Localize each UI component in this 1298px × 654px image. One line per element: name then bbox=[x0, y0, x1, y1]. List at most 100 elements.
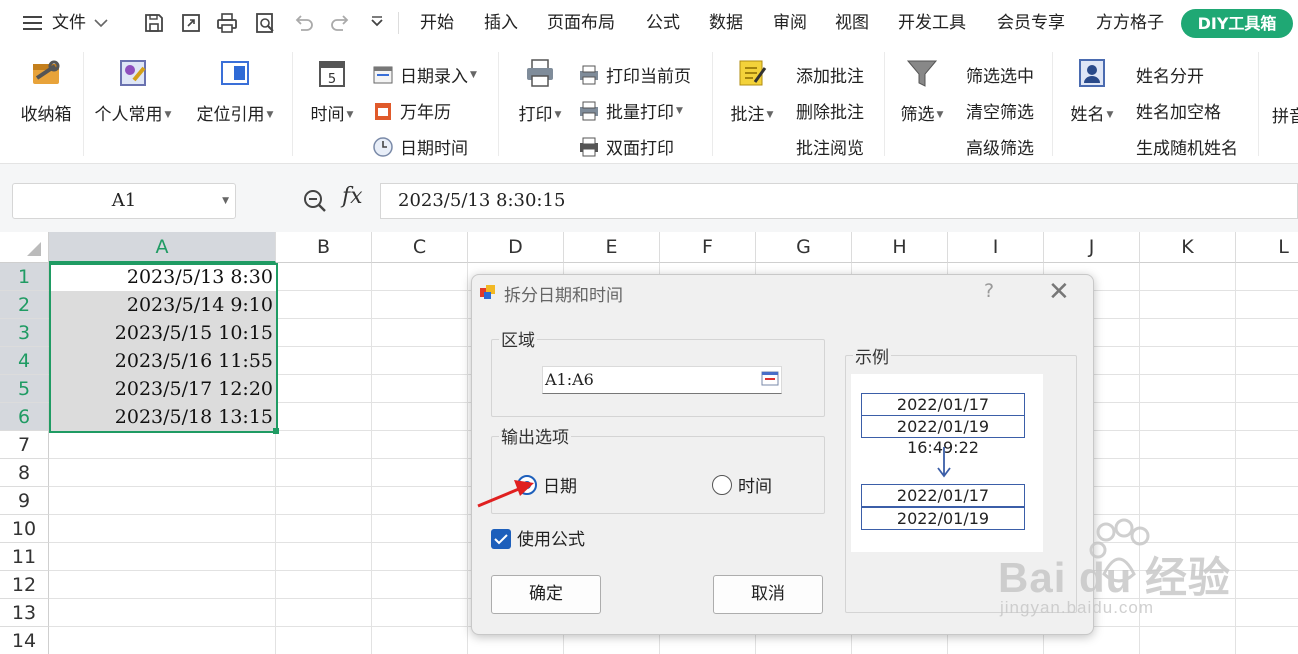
delete-comment-button[interactable]: 删除批注 bbox=[796, 98, 864, 123]
name-add-space-button[interactable]: 姓名加空格 bbox=[1136, 98, 1221, 123]
cell-a2[interactable]: 2023/5/14 9:10 bbox=[50, 291, 276, 319]
tab-member[interactable]: 会员专享 bbox=[997, 10, 1065, 36]
tab-developer[interactable]: 开发工具 bbox=[898, 10, 966, 36]
ok-button[interactable]: 确定 bbox=[491, 575, 601, 614]
filter-label: 筛选 bbox=[900, 105, 935, 125]
tab-fangfang[interactable]: 方方格子 bbox=[1096, 10, 1164, 36]
time-button[interactable]: 5 时间 ▼ bbox=[304, 56, 360, 125]
personal-common-button[interactable]: 个人常用 ▼ bbox=[90, 56, 176, 125]
dropdown-arrow-icon: ▼ bbox=[676, 105, 683, 116]
column-header-e[interactable]: E bbox=[564, 232, 660, 263]
column-header-k[interactable]: K bbox=[1140, 232, 1236, 263]
row-header-10[interactable]: 10 bbox=[0, 515, 49, 543]
split-name-button[interactable]: 姓名分开 bbox=[1136, 62, 1204, 87]
print-current-page-button[interactable]: 打印当前页 bbox=[578, 62, 691, 87]
date-entry-label: 日期录入 bbox=[400, 67, 468, 87]
fill-handle[interactable] bbox=[273, 428, 279, 434]
filter-selected-button[interactable]: 筛选选中 bbox=[966, 62, 1034, 87]
close-button[interactable]: ✕ bbox=[1048, 277, 1070, 307]
redo-icon[interactable] bbox=[328, 10, 354, 36]
undo-icon[interactable] bbox=[290, 10, 316, 36]
tab-review[interactable]: 审阅 bbox=[773, 10, 807, 36]
tab-view[interactable]: 视图 bbox=[835, 10, 869, 36]
select-all-corner[interactable] bbox=[0, 232, 49, 263]
row-header-1[interactable]: 1 bbox=[0, 263, 49, 291]
example-before-1: 2022/01/17 16:49:20 bbox=[861, 393, 1025, 435]
print-icon[interactable] bbox=[214, 10, 240, 36]
duplex-print-button[interactable]: 双面打印 bbox=[578, 134, 674, 159]
range-input[interactable]: A1:A6 bbox=[542, 366, 782, 394]
cancel-button[interactable]: 取消 bbox=[713, 575, 823, 614]
row-header-7[interactable]: 7 bbox=[0, 431, 49, 459]
row-header-11[interactable]: 11 bbox=[0, 543, 49, 571]
tab-page-layout[interactable]: 页面布局 bbox=[547, 10, 615, 36]
export-icon[interactable] bbox=[178, 10, 204, 36]
cell-a4[interactable]: 2023/5/16 11:55 bbox=[50, 347, 276, 375]
tab-formulas[interactable]: 公式 bbox=[646, 10, 680, 36]
column-header-g[interactable]: G bbox=[756, 232, 852, 263]
batch-print-button[interactable]: 批量打印 ▼ bbox=[578, 98, 683, 123]
print-preview-icon[interactable] bbox=[252, 10, 278, 36]
random-name-button[interactable]: 生成随机姓名 bbox=[1136, 134, 1238, 159]
comment-button[interactable]: 批注 ▼ bbox=[724, 56, 780, 125]
time-radio[interactable] bbox=[712, 475, 732, 495]
pinyin-button[interactable]: 拼音 bbox=[1272, 102, 1298, 127]
example-group-label: 示例 bbox=[853, 343, 891, 368]
column-header-j[interactable]: J bbox=[1044, 232, 1140, 263]
clear-filter-button[interactable]: 清空筛选 bbox=[966, 98, 1034, 123]
perpetual-calendar-button[interactable]: 万年历 bbox=[372, 98, 451, 123]
column-header-d[interactable]: D bbox=[468, 232, 564, 263]
tab-diy-toolbox[interactable]: DIY工具箱 bbox=[1181, 9, 1293, 38]
view-comment-button[interactable]: 批注阅览 bbox=[796, 134, 864, 159]
name-box[interactable]: A1 ▼ bbox=[12, 183, 236, 219]
column-header-i[interactable]: I bbox=[948, 232, 1044, 263]
cell-a6[interactable]: 2023/5/18 13:15 bbox=[50, 403, 276, 431]
column-header-c[interactable]: C bbox=[372, 232, 468, 263]
add-comment-button[interactable]: 添加批注 bbox=[796, 62, 864, 87]
tab-insert[interactable]: 插入 bbox=[484, 10, 518, 36]
dropdown-arrow-icon: ▼ bbox=[222, 196, 229, 206]
row-header-8[interactable]: 8 bbox=[0, 459, 49, 487]
row-header-9[interactable]: 9 bbox=[0, 487, 49, 515]
zoom-icon[interactable] bbox=[302, 188, 328, 214]
row-header-12[interactable]: 12 bbox=[0, 571, 49, 599]
storage-box-label: 收纳箱 bbox=[20, 105, 72, 125]
filter-button[interactable]: 筛选 ▼ bbox=[894, 56, 950, 125]
locate-reference-button[interactable]: 定位引用 ▼ bbox=[192, 56, 278, 125]
customize-dropdown-icon[interactable] bbox=[364, 10, 390, 36]
print-button[interactable]: 打印 ▼ bbox=[512, 56, 568, 125]
advanced-filter-button[interactable]: 高级筛选 bbox=[966, 134, 1034, 159]
row-header-14[interactable]: 14 bbox=[0, 627, 49, 654]
row-header-13[interactable]: 13 bbox=[0, 599, 49, 627]
tab-home[interactable]: 开始 bbox=[420, 10, 454, 36]
column-header-l[interactable]: L bbox=[1236, 232, 1298, 263]
row-header-2[interactable]: 2 bbox=[0, 291, 49, 319]
row-header-5[interactable]: 5 bbox=[0, 375, 49, 403]
checkmark-icon bbox=[494, 534, 508, 545]
column-header-a[interactable]: A bbox=[49, 232, 276, 263]
column-header-h[interactable]: H bbox=[852, 232, 948, 263]
fx-icon[interactable]: fx bbox=[342, 184, 363, 209]
file-menu[interactable]: 文件 bbox=[22, 10, 108, 36]
cell-a3[interactable]: 2023/5/15 10:15 bbox=[50, 319, 276, 347]
date-entry-button[interactable]: 日期录入 ▼ bbox=[372, 62, 477, 87]
range-select-icon[interactable] bbox=[761, 370, 779, 387]
tab-data[interactable]: 数据 bbox=[709, 10, 743, 36]
column-header-f[interactable]: F bbox=[660, 232, 756, 263]
save-icon[interactable] bbox=[141, 10, 167, 36]
locate-reference-label: 定位引用 bbox=[196, 105, 265, 125]
dropdown-arrow-icon: ▼ bbox=[470, 69, 477, 80]
name-button[interactable]: 姓名 ▼ bbox=[1064, 56, 1120, 125]
use-formula-checkbox[interactable] bbox=[491, 529, 511, 549]
row-header-3[interactable]: 3 bbox=[0, 319, 49, 347]
formula-input[interactable]: 2023/5/13 8:30:15 bbox=[380, 183, 1298, 219]
date-time-button[interactable]: 日期时间 bbox=[372, 134, 468, 159]
storage-box-button[interactable]: 收纳箱 bbox=[18, 56, 74, 125]
time-radio-label: 时间 bbox=[738, 477, 772, 497]
cell-a1[interactable]: 2023/5/13 8:30 bbox=[50, 263, 276, 291]
row-header-4[interactable]: 4 bbox=[0, 347, 49, 375]
cell-a5[interactable]: 2023/5/17 12:20 bbox=[50, 375, 276, 403]
row-header-6[interactable]: 6 bbox=[0, 403, 49, 431]
help-button[interactable]: ? bbox=[984, 280, 994, 302]
column-header-b[interactable]: B bbox=[276, 232, 372, 263]
